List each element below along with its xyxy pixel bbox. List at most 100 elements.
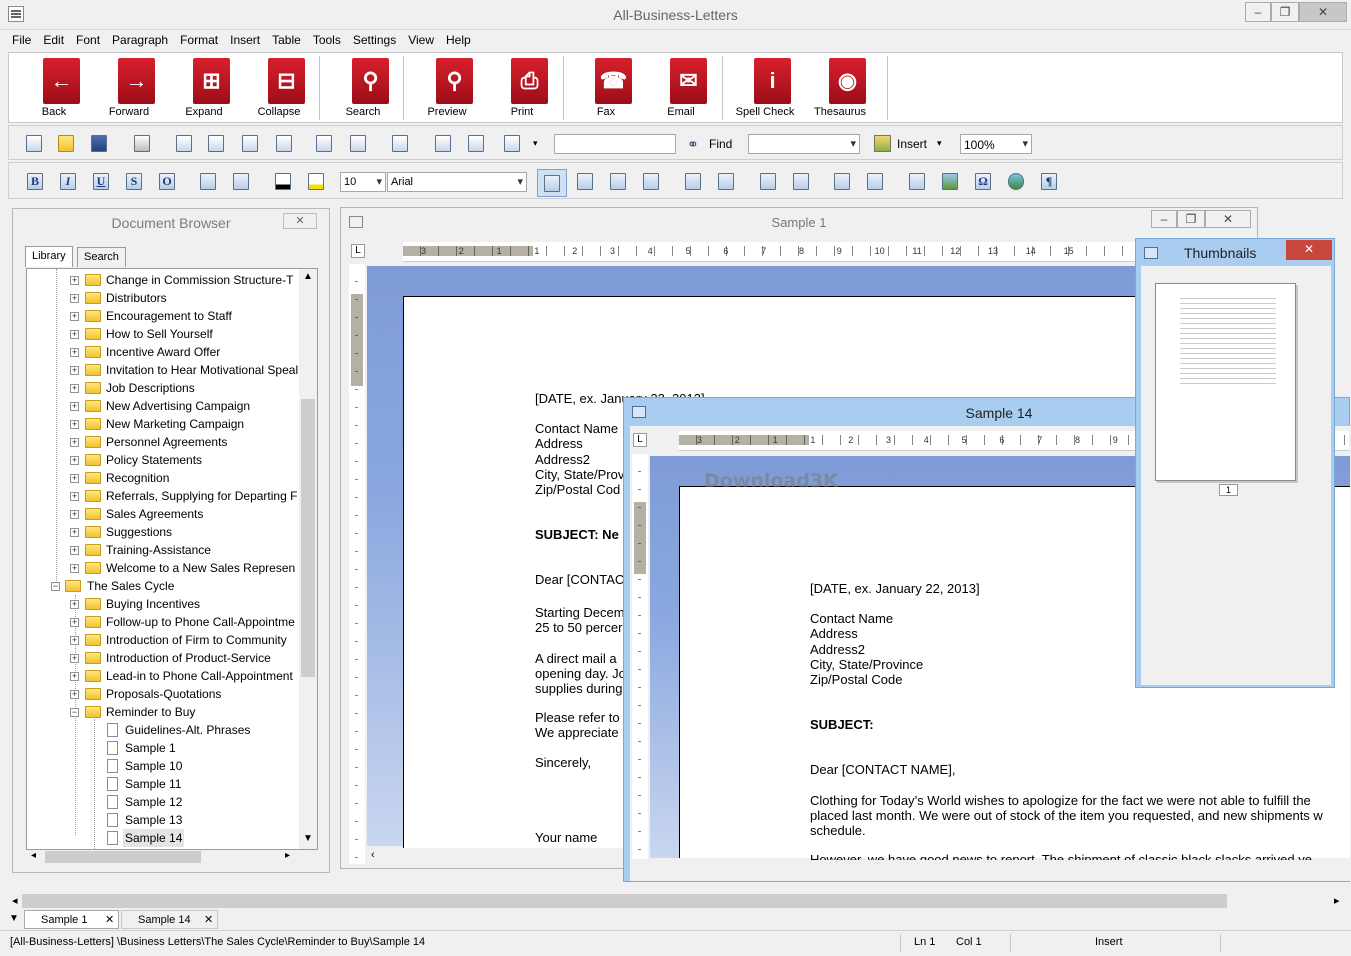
menu-settings[interactable]: Settings	[347, 31, 402, 47]
insert-column-left-button[interactable]	[237, 131, 261, 155]
bold-button[interactable]: B	[22, 169, 46, 193]
italic-button[interactable]: I	[55, 169, 79, 193]
sample1-minimize-button[interactable]: –	[1151, 210, 1177, 228]
insert-symbol-button[interactable]: Ω	[970, 169, 994, 193]
thumbnails-close-button[interactable]: ✕	[1286, 240, 1332, 260]
menu-file[interactable]: File	[0, 31, 37, 47]
fax-button[interactable]: ☎ Fax	[568, 53, 644, 122]
expand-node-icon[interactable]: +	[70, 600, 79, 609]
delete-table-button[interactable]	[387, 131, 411, 155]
superscript-button[interactable]	[195, 169, 219, 193]
scroll-left-icon[interactable]: ◂	[31, 850, 36, 861]
tree-horizontal-scrollbar[interactable]: ◂ ▸	[27, 850, 317, 864]
save-button[interactable]	[86, 131, 110, 155]
scroll-right-icon[interactable]: ▸	[1334, 894, 1340, 907]
thumbnail-page-1[interactable]	[1155, 283, 1296, 481]
font-size-select[interactable]: 10	[340, 172, 386, 192]
expand-node-icon[interactable]: +	[70, 420, 79, 429]
document-line[interactable]: placed last month. We were out of stock …	[810, 808, 1323, 823]
align-left-button[interactable]	[537, 169, 567, 197]
document-line[interactable]: Dear [CONTACT NAME],	[810, 762, 955, 777]
expand-node-icon[interactable]: +	[70, 276, 79, 285]
expand-node-icon[interactable]: +	[70, 474, 79, 483]
menu-help[interactable]: Help	[440, 31, 477, 47]
document-line[interactable]: City, State/Prov	[535, 467, 624, 482]
expand-node-icon[interactable]: +	[70, 690, 79, 699]
menu-table[interactable]: Table	[266, 31, 307, 47]
close-tab-icon[interactable]: ✕	[105, 913, 114, 926]
doc-tab-sample14[interactable]: Sample 14 ✕	[121, 910, 218, 929]
document-line[interactable]: Contact Name	[810, 611, 893, 626]
doc-tab-sample1[interactable]: Sample 1 ✕	[24, 910, 119, 929]
expand-node-icon[interactable]: +	[70, 528, 79, 537]
sample1-close-button[interactable]: ✕	[1205, 210, 1251, 228]
back-button[interactable]: ← Back	[16, 53, 92, 122]
tree-hscroll-thumb[interactable]	[45, 851, 201, 863]
find-button[interactable]: ⚭ Find	[683, 131, 737, 155]
expand-node-icon[interactable]: +	[70, 330, 79, 339]
decrease-indent-button[interactable]	[829, 169, 853, 193]
menu-view[interactable]: View	[402, 31, 440, 47]
expand-node-icon[interactable]: +	[70, 402, 79, 411]
expand-node-icon[interactable]: +	[70, 366, 79, 375]
menu-font[interactable]: Font	[70, 31, 106, 47]
expand-node-icon[interactable]: +	[70, 312, 79, 321]
insert-column-right-button[interactable]	[271, 131, 295, 155]
menu-paragraph[interactable]: Paragraph	[106, 31, 174, 47]
document-line[interactable]: Please refer to	[535, 710, 620, 725]
document-line[interactable]: Address	[535, 436, 583, 451]
bullet-list-button[interactable]	[755, 169, 779, 193]
delete-row-button[interactable]	[345, 131, 369, 155]
document-line[interactable]: Starting Decem	[535, 605, 625, 620]
menu-tools[interactable]: Tools	[307, 31, 347, 47]
maximize-button[interactable]: ❐	[1271, 2, 1299, 22]
expand-node-icon[interactable]: +	[70, 294, 79, 303]
menu-insert[interactable]: Insert	[224, 31, 266, 47]
search-button[interactable]: ⚲ Search	[325, 53, 401, 122]
document-line[interactable]: schedule.	[810, 823, 866, 838]
document-line[interactable]: City, State/Province	[810, 657, 923, 672]
document-line[interactable]: Zip/Postal Code	[810, 672, 903, 687]
document-line[interactable]: A direct mail a	[535, 651, 617, 666]
increase-indent-button[interactable]	[862, 169, 886, 193]
tab-stop-selector[interactable]: L	[351, 244, 365, 258]
style-select[interactable]	[748, 134, 860, 154]
window-menu-icon[interactable]	[1144, 247, 1158, 259]
find-input[interactable]	[554, 134, 676, 154]
outline-button[interactable]: O	[154, 169, 178, 193]
insert-picture-button[interactable]	[937, 169, 961, 193]
close-tab-icon[interactable]: ✕	[204, 913, 213, 926]
tree-vertical-scrollbar[interactable]: ▲ ▼	[299, 269, 317, 849]
preview-button[interactable]: ⚲ Preview	[409, 53, 485, 122]
align-center-button[interactable]	[572, 169, 596, 193]
insert-table-button[interactable]	[499, 131, 523, 155]
print-toolbar-button[interactable]	[129, 131, 153, 155]
subscript-button[interactable]	[228, 169, 252, 193]
document-line[interactable]: Contact Name	[535, 421, 618, 436]
collapse-node-icon[interactable]: −	[70, 708, 79, 717]
insert-row-above-button[interactable]	[171, 131, 195, 155]
document-line[interactable]: Zip/Postal Cod	[535, 482, 620, 497]
expand-node-icon[interactable]: +	[70, 438, 79, 447]
justify-button[interactable]	[638, 169, 662, 193]
document-line[interactable]: opening day. Jo	[535, 666, 626, 681]
scroll-left-icon[interactable]: ◂	[12, 894, 18, 907]
tabs-dropdown-icon[interactable]: ▼	[9, 913, 19, 924]
main-hscroll-thumb[interactable]	[22, 894, 1227, 908]
thesaurus-button[interactable]: ◉ Thesaurus	[802, 53, 878, 122]
delete-column-button[interactable]	[311, 131, 335, 155]
document-line[interactable]: We appreciate	[535, 725, 619, 740]
numbered-list-button[interactable]	[788, 169, 812, 193]
document-line[interactable]: Dear [CONTAC	[535, 572, 624, 587]
email-button[interactable]: ✉ Email	[643, 53, 719, 122]
scroll-left-icon[interactable]: ‹	[371, 849, 375, 861]
main-horizontal-scrollbar[interactable]: ◂ ▸	[8, 892, 1343, 910]
document-line[interactable]: Address	[810, 626, 858, 641]
spell-check-button[interactable]: i Spell Check	[727, 53, 803, 122]
insert-object-button[interactable]	[1003, 169, 1027, 193]
expand-node-icon[interactable]: +	[70, 510, 79, 519]
document-line[interactable]: SUBJECT: Ne	[535, 527, 619, 542]
insert-button[interactable]: Insert ▾	[870, 131, 950, 155]
split-cells-button[interactable]	[463, 131, 487, 155]
strikethrough-button[interactable]: S	[121, 169, 145, 193]
